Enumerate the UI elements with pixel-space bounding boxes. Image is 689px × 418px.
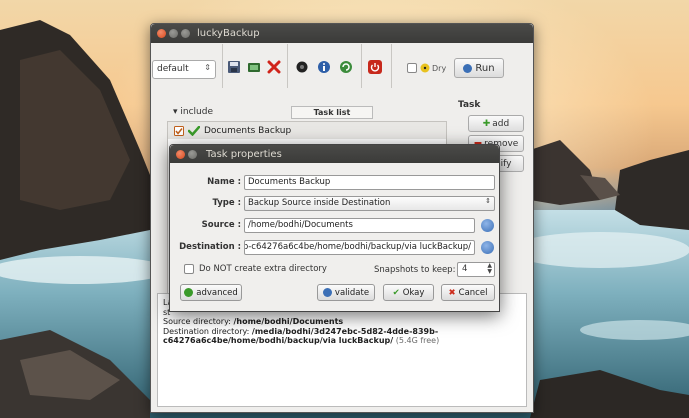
profile-select-value: default <box>157 64 189 74</box>
type-select-value: Backup Source inside Destination <box>248 198 391 208</box>
list-item[interactable]: Documents Backup <box>168 122 446 139</box>
okay-label: Okay <box>402 287 425 298</box>
name-field[interactable]: Documents Backup <box>244 175 495 190</box>
info-destination-line: Destination directory: /media/bodhi/3d24… <box>163 327 521 337</box>
info-free-space: (5.4G free) <box>395 336 440 345</box>
chevron-down-icon: ▾ <box>173 107 178 117</box>
minimize-window-button[interactable] <box>169 29 178 38</box>
save-profile-icon[interactable] <box>227 60 241 74</box>
type-label: Type : <box>212 198 241 208</box>
include-label: include <box>180 107 214 117</box>
spinner-arrows-icon: ▲ ▼ <box>487 262 492 275</box>
cancel-label: Cancel <box>458 287 488 298</box>
add-label: add <box>492 118 510 129</box>
okay-button[interactable]: ✔ Okay <box>383 284 434 301</box>
checkmark-icon <box>188 125 200 136</box>
toolbar-separator <box>391 44 392 88</box>
refresh-icon[interactable] <box>339 60 353 74</box>
maximize-window-button[interactable] <box>181 29 190 38</box>
toolbar-separator <box>361 44 362 88</box>
dialog-close-button[interactable] <box>176 149 185 159</box>
close-icon: ✖ <box>448 287 456 298</box>
source-field[interactable]: /home/bodhi/Documents <box>244 218 475 233</box>
info-source-label: Source directory: <box>163 317 231 326</box>
task-header: Task <box>458 100 481 110</box>
profile-select[interactable]: default ⇕ <box>152 60 216 79</box>
browse-source-button[interactable] <box>481 219 494 232</box>
info-icon <box>322 288 332 297</box>
advanced-label: advanced <box>196 287 238 298</box>
name-label: Name : <box>207 177 241 187</box>
dry-run-option[interactable]: Dry <box>407 63 446 73</box>
dialog-minimize-button[interactable] <box>188 149 197 159</box>
window-title: luckyBackup <box>197 28 260 39</box>
include-toggle[interactable]: ▾ include <box>173 107 213 117</box>
no-extra-directory-checkbox[interactable] <box>184 264 194 274</box>
radiation-icon <box>420 63 430 73</box>
info-icon[interactable] <box>317 60 331 74</box>
no-extra-directory-label: Do NOT create extra directory <box>199 264 327 274</box>
snapshots-value: 4 <box>462 264 468 274</box>
info-source-value: /home/bodhi/Documents <box>233 317 344 326</box>
task-properties-dialog: Task properties Name : Documents Backup … <box>169 144 500 312</box>
source-label: Source : <box>201 220 241 230</box>
spinner-arrows-icon: ⇕ <box>204 63 211 72</box>
destination-field-value: lb-c64276a6c4be/home/bodhi/backup/via lu… <box>244 242 471 252</box>
task-list-header: Task list <box>291 106 373 119</box>
power-icon[interactable] <box>368 60 382 74</box>
dry-run-label: Dry <box>432 63 447 73</box>
main-titlebar: luckyBackup <box>151 24 533 43</box>
snapshots-label: Snapshots to keep: <box>374 265 456 275</box>
run-icon <box>463 63 473 73</box>
dialog-body: Name : Documents Backup Type : Backup So… <box>178 168 496 307</box>
advanced-button[interactable]: advanced <box>180 284 242 301</box>
toolbar-separator <box>222 44 223 88</box>
destination-field[interactable]: lb-c64276a6c4be/home/bodhi/backup/via lu… <box>244 240 475 255</box>
checkmark-icon: ✔ <box>392 287 400 298</box>
run-button-label: Run <box>475 62 495 74</box>
type-select[interactable]: Backup Source inside Destination ⇕ <box>244 196 495 211</box>
dialog-titlebar: Task properties <box>170 145 499 163</box>
info-destination-line-2: c64276a6c4be/home/bodhi/backup/via luckB… <box>163 336 521 346</box>
new-profile-icon[interactable] <box>247 60 261 74</box>
run-button[interactable]: Run <box>454 58 504 78</box>
cancel-button[interactable]: ✖ Cancel <box>441 284 495 301</box>
toolbar-separator <box>287 44 288 88</box>
plus-icon: ✚ <box>482 118 491 129</box>
task-name: Documents Backup <box>204 125 292 136</box>
spinner-arrows-icon: ⇕ <box>485 197 491 205</box>
no-extra-directory-option[interactable]: Do NOT create extra directory <box>184 264 327 274</box>
info-destination-value-2: c64276a6c4be/home/bodhi/backup/via luckB… <box>163 336 394 345</box>
destination-label: Destination : <box>179 242 241 252</box>
advanced-icon <box>184 288 194 297</box>
dialog-title: Task properties <box>206 148 282 160</box>
info-destination-label: Destination directory: <box>163 326 250 336</box>
info-source-line: Source directory: /home/bodhi/Documents <box>163 317 521 327</box>
task-checkbox[interactable] <box>174 125 184 136</box>
close-window-button[interactable] <box>157 29 166 38</box>
validate-button[interactable]: validate <box>317 284 375 301</box>
schedule-icon[interactable] <box>295 60 309 74</box>
add-task-button[interactable]: ✚ add <box>468 115 524 132</box>
dry-run-checkbox[interactable] <box>407 63 417 73</box>
info-destination-value: /media/bodhi/3d247ebc-5d82-4dde-839b- <box>251 326 439 336</box>
browse-destination-button[interactable] <box>481 241 494 254</box>
validate-label: validate <box>334 287 370 298</box>
snapshots-spinner[interactable]: 4 ▲ ▼ <box>457 262 495 277</box>
delete-profile-icon[interactable] <box>267 60 281 74</box>
